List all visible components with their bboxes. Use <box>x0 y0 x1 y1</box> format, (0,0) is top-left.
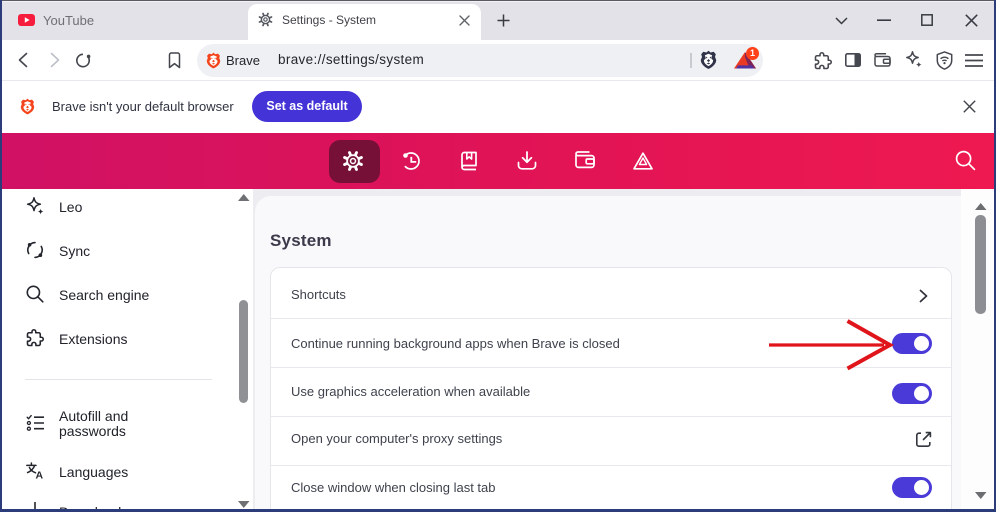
svg-text:A: A <box>36 470 44 482</box>
